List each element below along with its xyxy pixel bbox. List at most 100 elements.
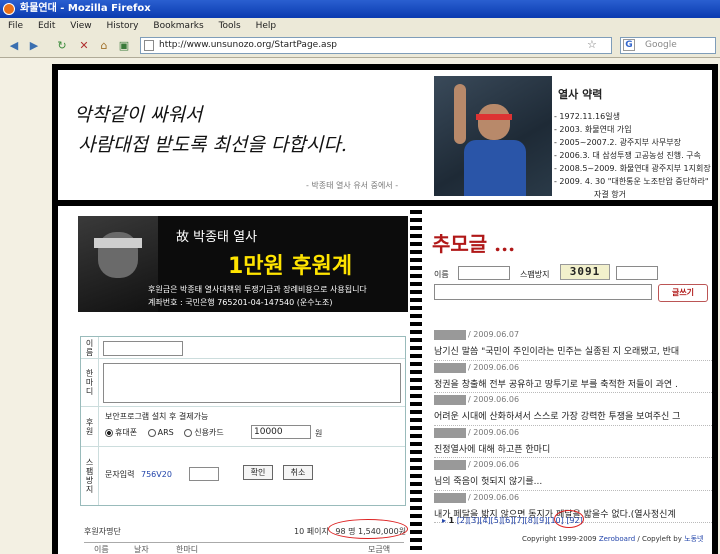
profile-title: 열사 약력 [558,88,603,101]
donation-form: 이름 한마디 후원 보안프로그램 설치 후 결제가능 휴대폰 ARS 신용카드 [80,336,406,506]
profile-item: - 2003. 화물연대 가입 [554,125,632,134]
copyright-prefix: Copyright 1999-2009 [522,535,597,543]
spam-prompt-text: 문자입력 [105,470,135,479]
zeroboard-link[interactable]: Zeroboard [599,535,635,543]
stop-icon[interactable]: ✕ [76,38,92,54]
post-date: / 2009.06.06 [468,460,520,469]
spam-input[interactable] [189,467,219,481]
sponsor-pages: 10 페이지 [294,527,329,536]
campaign-headline: 1만원 후원계 [228,254,353,279]
payment-row: 후원 보안프로그램 설치 후 결제가능 휴대폰 ARS 신용카드 10000 원 [81,407,405,447]
campaign-account: 계좌번호 : 국민은행 765201-04-147540 (운수노조) [148,298,333,307]
column-name: 이름 [94,545,109,554]
calligraphy-line-1: 악착같이 싸워서 [74,104,203,126]
campaign-description: 후원금은 박종태 열사대책위 투쟁기금과 장례비용으로 사용됩니다 [148,285,367,294]
list-item[interactable]: / 2009.06.07 남기신 말씀 "국민이 주인이라는 민주는 실종된 지… [434,328,712,361]
guest-name-input[interactable] [458,266,510,280]
menu-bar: File Edit View History Bookmarks Tools H… [0,18,720,34]
list-item[interactable]: / 2009.06.06 어려운 시대에 산화하셔서 스스로 가장 강력한 투쟁… [434,393,712,426]
reload-icon[interactable]: ↻ [54,38,70,54]
copyleft-prefix: / Copyleft by [637,535,682,543]
search-input[interactable]: G Google [620,37,716,54]
radio-card[interactable] [184,428,193,437]
list-item[interactable]: / 2009.06.06 진정열사에 대해 하고픈 한마디 [434,426,712,458]
highlight-circle [328,519,408,539]
profile-item: - 2005~2007.2. 광주지부 사무부장 [554,138,681,147]
photo-head [478,104,510,140]
sponsor-list-header: 후원자명단 [84,527,121,536]
author-redacted [434,460,466,470]
post-date: / 2009.06.07 [468,330,520,339]
menu-tools[interactable]: Tools [219,21,241,31]
amount-input[interactable]: 10000 [251,425,311,439]
write-button[interactable]: 글쓰기 [658,284,708,302]
forward-icon[interactable]: ▶ [26,38,42,54]
quote-caption: - 박종태 열사 유서 중에서 - [306,181,399,190]
confirm-button[interactable]: 확인 [243,465,273,480]
pager-links[interactable]: [2][3][4][5][6][7][8][9][10] [457,516,564,525]
post-date: / 2009.06.06 [468,427,520,437]
guest-spam-label: 스팸방지 [520,270,550,279]
option-phone-label: 휴대폰 [115,428,138,437]
author-redacted [434,492,466,503]
post-message: 진정열사에 대해 하고픈 한마디 [434,444,551,455]
post-message: 어려운 시대에 산화하셔서 스스로 가장 강력한 투쟁을 보여주신 그 [434,412,681,422]
profile-item: - 1972.11.16일생 [554,112,620,121]
url-bar[interactable]: http://www.unsunozo.org/StartPage.asp [140,37,612,54]
guest-message-input[interactable] [434,284,652,300]
page-icon [144,40,154,51]
bookmark-icon[interactable]: ▣ [116,38,132,54]
radio-phone[interactable] [105,428,113,437]
search-placeholder: Google [645,40,677,50]
profile-item: 자결 항거 [594,190,626,199]
post-meta: / 2009.06.06 [434,427,520,439]
donation-panel: 故 박종태 열사 1만원 후원계 후원금은 박종태 열사대책위 투쟁기금과 장례… [58,206,410,554]
guestbook-form: 이름 스팸방지 3091 글쓰기 [434,264,710,314]
campaign-banner: 故 박종태 열사 1만원 후원계 후원금은 박종태 열사대책위 투쟁기금과 장례… [78,216,408,312]
google-icon[interactable]: G [623,39,635,51]
radio-ars[interactable] [147,428,156,437]
cancel-button[interactable]: 취소 [283,465,313,480]
page-viewport: 악착같이 싸워서 사람대접 받도록 최선을 다합시다. - 박종태 열사 유서 … [0,58,720,554]
column-date: 날자 [134,545,149,554]
photo-body [464,140,526,196]
window-title: 화물연대 - Mozilla Firefox [20,3,151,14]
url-text: http://www.unsunozo.org/StartPage.asp [159,40,337,50]
list-item[interactable]: / 2009.06.06 정권을 창출해 전부 공유하고 땅투기로 부를 축적한… [434,361,712,393]
campaign-portrait [78,216,158,312]
menu-file[interactable]: File [8,21,23,31]
profile-section: 열사 약력 - 1972.11.16일생 - 2003. 화물연대 가입 - 2… [554,78,712,201]
post-meta: / 2009.06.06 [434,460,519,471]
memorial-guestbook: 추모글 ... 이름 스팸방지 3091 글쓰기 / 2009.06.07 남기… [422,206,712,554]
post-message: 님의 죽음이 헛되지 않기를... [434,477,543,487]
star-icon[interactable]: ☆ [587,38,597,51]
photo-headband [476,114,512,120]
home-icon[interactable]: ⌂ [96,38,112,54]
spam-label: 스팸방지 [81,447,99,505]
author-redacted [434,395,466,405]
captcha-input[interactable] [616,266,658,280]
photo-raised-arm [454,84,466,144]
message-row: 한마디 [81,359,405,407]
labornet-link[interactable]: 노동넷 [684,535,703,543]
memorial-banner: 악착같이 싸워서 사람대접 받도록 최선을 다합시다. - 박종태 열사 유서 … [58,70,712,200]
donor-name-input[interactable] [103,341,183,356]
page-frame: 악착같이 싸워서 사람대접 받도록 최선을 다합시다. - 박종태 열사 유서 … [52,64,718,554]
guestbook-posts: / 2009.06.07 남기신 말씀 "국민이 주인이라는 민주는 실종된 지… [434,328,712,523]
menu-view[interactable]: View [70,21,91,31]
donor-message-input[interactable] [103,363,401,403]
menu-history[interactable]: History [106,21,138,31]
navigation-toolbar: ◀ ▶ ↻ ✕ ⌂ ▣ http://www.unsunozo.org/Star… [0,34,720,58]
back-icon[interactable]: ◀ [6,38,22,54]
menu-help[interactable]: Help [256,21,277,31]
post-meta: / 2009.06.06 [434,492,519,504]
post-meta: / 2009.06.07 [434,330,519,341]
menu-bookmarks[interactable]: Bookmarks [153,21,203,31]
guestbook-title: 추모글 ... [432,232,516,256]
post-meta: / 2009.06.06 [434,362,519,374]
column-message: 한마디 [176,545,199,554]
spam-code: 756V20 [141,470,172,479]
menu-edit[interactable]: Edit [38,21,55,31]
list-item[interactable]: / 2009.06.06 님의 죽음이 헛되지 않기를... [434,458,712,491]
author-redacted [434,362,466,373]
